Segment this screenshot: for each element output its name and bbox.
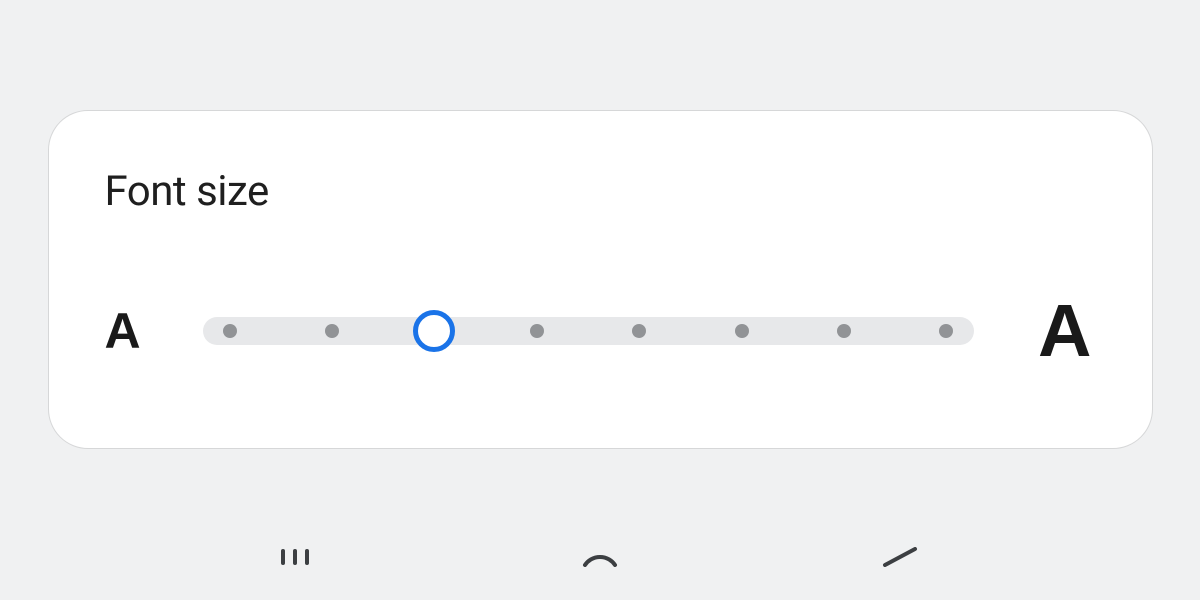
nav-bar-partial [150,517,1050,577]
slider-tick-2[interactable] [427,324,441,338]
font-size-max-indicator: A [982,294,1092,368]
nav-icon-left[interactable] [260,537,340,577]
slider-thumb[interactable] [413,310,455,352]
slider-tick-3[interactable] [530,324,544,338]
font-size-card: Font size A A [48,110,1153,449]
font-size-min-indicator: A [105,306,195,356]
nav-icon-right[interactable] [860,537,940,577]
nav-icon-center[interactable] [560,537,640,577]
font-size-slider-row: A A [105,294,1092,368]
slider-tick-5[interactable] [735,324,749,338]
slider-tick-6[interactable] [837,324,851,338]
font-size-slider[interactable] [203,317,974,345]
slider-tick-0[interactable] [223,324,237,338]
card-title: Font size [105,167,1092,216]
slider-tick-1[interactable] [325,324,339,338]
slider-tick-7[interactable] [939,324,953,338]
slider-tick-4[interactable] [632,324,646,338]
